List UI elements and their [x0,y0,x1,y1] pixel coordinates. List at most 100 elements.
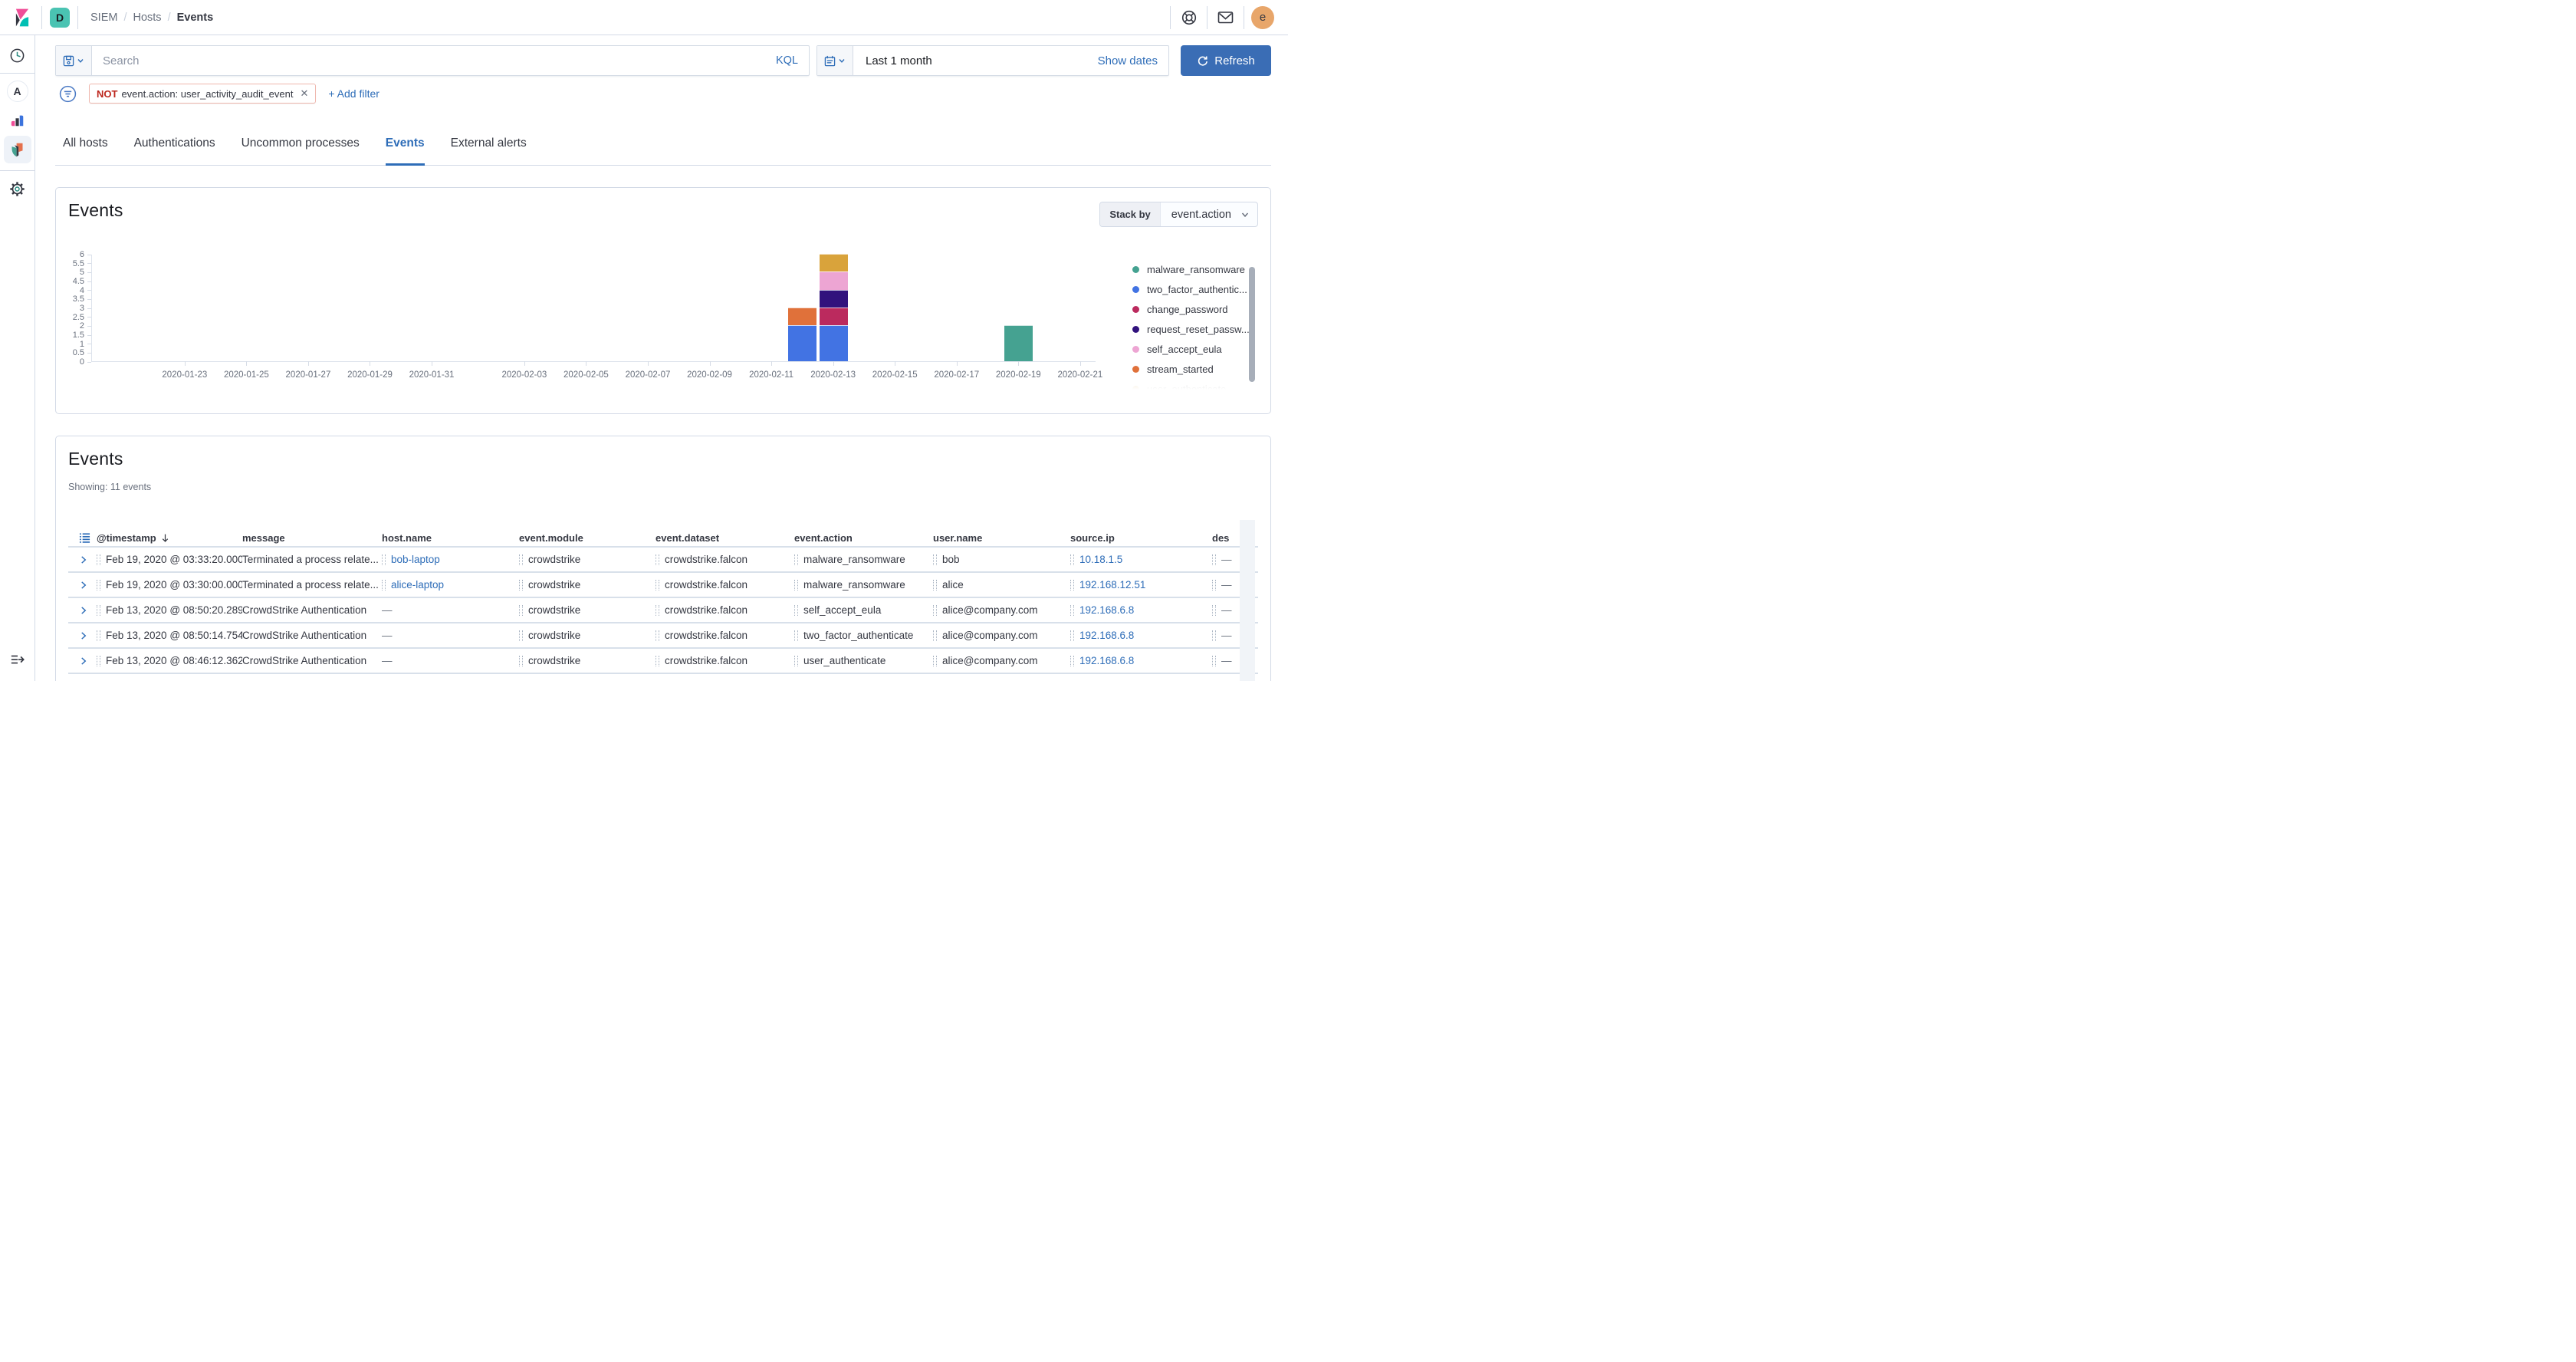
column-header-user.name[interactable]: user.name [933,532,1070,544]
drag-handle[interactable] [382,580,386,591]
table-row[interactable]: Feb 19, 2020 @ 03:30:00.000Terminated a … [68,571,1258,597]
column-picker-button[interactable] [68,532,97,544]
breadcrumb-item[interactable]: Events [177,12,214,24]
stacked-bar[interactable] [788,308,816,361]
drag-handle[interactable] [794,605,798,616]
drag-handle[interactable] [519,656,523,666]
source_ip-value[interactable]: 192.168.12.51 [1079,579,1145,591]
bar-segment-change_password[interactable] [820,308,848,325]
host-value[interactable]: bob-laptop [391,554,440,565]
drag-handle[interactable] [794,580,798,591]
collapse-sidebar-button[interactable] [5,647,30,672]
tab-uncommon-processes[interactable]: Uncommon processes [242,137,360,165]
drag-handle[interactable] [1212,630,1216,641]
stack-by-select[interactable]: Stack by event.action [1099,202,1258,227]
drag-handle[interactable] [1212,554,1216,565]
drag-handle[interactable] [1212,605,1216,616]
drag-handle[interactable] [1070,681,1074,682]
refresh-button[interactable]: Refresh [1181,45,1271,76]
drag-handle[interactable] [656,681,659,682]
drag-handle[interactable] [1212,580,1216,591]
column-header-event.action[interactable]: event.action [794,532,933,544]
drag-handle[interactable] [519,630,523,641]
column-header-event.module[interactable]: event.module [519,532,656,544]
row-expand-button[interactable] [68,581,97,590]
legend-scrollbar[interactable] [1249,267,1255,382]
drag-handle[interactable] [794,681,798,682]
tab-external-alerts[interactable]: External alerts [451,137,527,165]
drag-handle[interactable] [1070,656,1074,666]
bar-segment-user_authenticate[interactable] [820,254,848,271]
breadcrumb-item[interactable]: SIEM [90,12,117,24]
column-header-host.name[interactable]: host.name [382,532,519,544]
drag-handle[interactable] [933,554,937,565]
row-expand-button[interactable] [68,555,97,564]
source_ip-value[interactable]: 192.168.6.8 [1079,680,1134,681]
bar-segment-two_factor_authenticate[interactable] [788,325,816,361]
table-row[interactable]: Feb 13, 2020 @ 08:45:20.236CrowdStrike A… [68,673,1258,681]
drag-handle[interactable] [1212,681,1216,682]
drag-handle[interactable] [656,630,659,641]
source_ip-value[interactable]: 10.18.1.5 [1079,554,1122,565]
drag-handle[interactable] [97,554,100,565]
row-expand-button[interactable] [68,606,97,615]
scrollbar-track[interactable] [1240,520,1255,681]
chart-plot[interactable]: 2020-01-232020-01-252020-01-272020-01-29… [91,255,1096,362]
kql-toggle[interactable]: KQL [776,54,809,67]
drag-handle[interactable] [1070,630,1074,641]
drag-handle[interactable] [1070,605,1074,616]
row-expand-button[interactable] [68,631,97,640]
drag-handle[interactable] [656,580,659,591]
drag-handle[interactable] [656,554,659,565]
show-dates-button[interactable]: Show dates [1098,54,1168,67]
drag-handle[interactable] [97,656,100,666]
remove-filter-icon[interactable]: ✕ [300,87,308,100]
drag-handle[interactable] [794,630,798,641]
time-range-value[interactable]: Last 1 month [853,54,932,67]
source_ip-value[interactable]: 192.168.6.8 [1079,604,1134,616]
sidebar-item-apm[interactable]: A [5,79,30,104]
legend-item[interactable]: request_reset_passw... [1132,319,1258,339]
drag-handle[interactable] [97,605,100,616]
bar-segment-stream_started[interactable] [788,308,816,325]
legend-item[interactable]: change_password [1132,299,1258,319]
drag-handle[interactable] [656,605,659,616]
drag-handle[interactable] [794,656,798,666]
drag-handle[interactable] [382,554,386,565]
bar-segment-request_reset_password[interactable] [820,290,848,308]
source_ip-value[interactable]: 192.168.6.8 [1079,655,1134,666]
add-filter-button[interactable]: + Add filter [328,87,380,100]
legend-item[interactable]: two_factor_authentic... [1132,279,1258,299]
kibana-logo[interactable] [12,8,32,28]
drag-handle[interactable] [519,681,523,682]
drag-handle[interactable] [656,656,659,666]
row-expand-button[interactable] [68,656,97,666]
table-row[interactable]: Feb 19, 2020 @ 03:33:20.000Terminated a … [68,546,1258,571]
host-value[interactable]: alice-laptop [391,579,444,591]
sidebar-item-management[interactable] [5,176,30,201]
drag-handle[interactable] [933,630,937,641]
column-header-source.ip[interactable]: source.ip [1070,532,1212,544]
bar-segment-self_accept_eula[interactable] [820,271,848,289]
drag-handle[interactable] [1070,554,1074,565]
drag-handle[interactable] [933,656,937,666]
tab-all-hosts[interactable]: All hosts [63,137,108,165]
table-row[interactable]: Feb 13, 2020 @ 08:50:14.754CrowdStrike A… [68,622,1258,647]
drag-handle[interactable] [519,580,523,591]
saved-query-menu-button[interactable] [56,46,92,75]
tab-authentications[interactable]: Authentications [134,137,215,165]
space-badge[interactable]: D [50,8,70,28]
column-header-@timestamp[interactable]: @timestamp [97,532,242,544]
drag-handle[interactable] [1212,656,1216,666]
drag-handle[interactable] [97,580,100,591]
drag-handle[interactable] [519,554,523,565]
column-header-event.dataset[interactable]: event.dataset [656,532,794,544]
drag-handle[interactable] [97,630,100,641]
legend-item[interactable]: stream_started [1132,359,1258,379]
filter-options-button[interactable] [58,84,77,104]
sidebar-item-siem[interactable] [4,136,31,163]
source_ip-value[interactable]: 192.168.6.8 [1079,630,1134,641]
column-header-message[interactable]: message [242,532,382,544]
drag-handle[interactable] [794,554,798,565]
drag-handle[interactable] [933,605,937,616]
